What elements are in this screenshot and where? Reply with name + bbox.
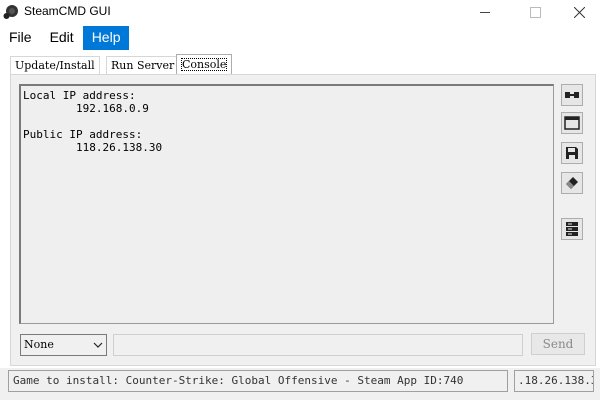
status-ip: .18.26.138.30 [514,370,594,392]
console-panel: Local IP address: 192.168.0.9 Public IP … [10,74,596,366]
close-icon [573,6,585,18]
save-icon [566,147,578,159]
minimize-icon [480,11,490,13]
console-output[interactable]: Local IP address: 192.168.0.9 Public IP … [19,84,554,324]
command-select-value: None [24,338,54,351]
title-bar: SteamCMD GUI [0,0,600,24]
tab-console[interactable]: Console [176,54,233,74]
menu-help[interactable]: Help [82,26,130,50]
tab-run-server[interactable]: Run Server [106,56,180,74]
command-select[interactable]: None [20,334,107,356]
tab-console-label: Console [181,58,228,71]
window-title: SteamCMD GUI [24,4,111,18]
minimize-button[interactable] [462,0,508,24]
status-game-info: Game to install: Counter-Strike: Global … [8,370,508,392]
send-button[interactable]: Send [531,333,585,355]
chevron-down-icon [93,342,103,348]
maximize-icon [529,6,541,18]
clear-button[interactable] [561,172,583,194]
menu-file[interactable]: File [0,26,41,50]
terminal-window-icon [564,116,580,130]
command-input[interactable] [113,334,523,356]
eraser-icon [566,177,578,189]
menu-edit[interactable]: Edit [41,26,83,50]
menu-bar: File Edit Help [0,26,600,50]
terminal-button[interactable] [561,112,583,134]
save-button[interactable] [561,142,583,164]
steam-app-icon [3,5,18,19]
status-bar: Game to install: Counter-Strike: Global … [0,368,600,400]
tab-strip: Update/Install Run Server Console [8,54,594,74]
maximize-button[interactable] [512,0,558,24]
tab-update-install[interactable]: Update/Install [10,56,100,74]
server-icon [566,222,578,236]
close-button[interactable] [556,0,600,24]
server-button[interactable] [561,218,583,240]
connection-button[interactable] [561,84,583,106]
connection-icon [565,92,579,98]
